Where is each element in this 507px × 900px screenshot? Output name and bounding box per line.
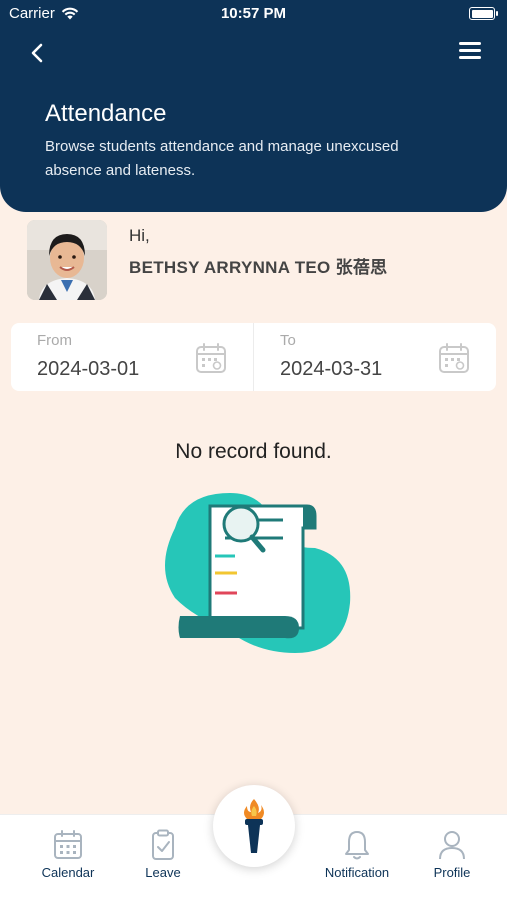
empty-state-message: No record found. — [175, 440, 332, 463]
battery-icon — [469, 7, 498, 20]
greeting-text: Hi, — [129, 226, 150, 245]
to-date-label: To — [280, 332, 296, 349]
nav-item-notification[interactable]: Notification — [312, 815, 402, 900]
person-icon — [439, 831, 465, 860]
page-title: Attendance — [45, 100, 167, 127]
torch-icon — [244, 799, 264, 853]
calendar-icon — [439, 343, 469, 373]
nav-item-calendar[interactable]: Calendar — [23, 815, 113, 900]
header: Carrier 10:57 PM Attendance Browse stude… — [0, 0, 507, 212]
bell-icon — [345, 831, 369, 860]
student-name: BETHSY ARRYNNA TEO 张蓓思 — [129, 258, 388, 277]
from-date-field[interactable]: From 2024-03-01 — [11, 323, 253, 391]
status-bar: Carrier 10:57 PM — [0, 0, 507, 30]
calendar-icon — [54, 830, 82, 859]
nav-item-leave[interactable]: Leave — [118, 815, 208, 900]
nav-label-leave: Leave — [145, 865, 181, 880]
home-torch-button[interactable] — [213, 785, 295, 867]
empty-document-illustration — [165, 493, 351, 653]
nav-label-calendar: Calendar — [41, 865, 95, 880]
date-range-card: From 2024-03-01 To 2024-03-31 — [11, 323, 496, 391]
to-date-field[interactable]: To 2024-03-31 — [253, 323, 496, 391]
menu-button[interactable] — [459, 42, 481, 62]
to-date-value: 2024-03-31 — [280, 358, 383, 380]
nav-item-profile[interactable]: Profile — [407, 815, 497, 900]
nav-label-notification: Notification — [324, 865, 390, 880]
clipboard-check-icon — [152, 829, 174, 860]
from-date-value: 2024-03-01 — [37, 358, 140, 380]
page-subtitle: Browse students attendance and manage un… — [45, 138, 399, 179]
hamburger-icon — [459, 42, 481, 59]
student-avatar — [27, 220, 107, 300]
nav-label-profile: Profile — [433, 865, 471, 880]
calendar-icon — [196, 343, 226, 373]
from-date-label: From — [37, 332, 72, 349]
status-time: 10:57 PM — [220, 5, 287, 22]
back-button[interactable] — [26, 40, 50, 66]
chevron-left-icon — [31, 43, 43, 63]
